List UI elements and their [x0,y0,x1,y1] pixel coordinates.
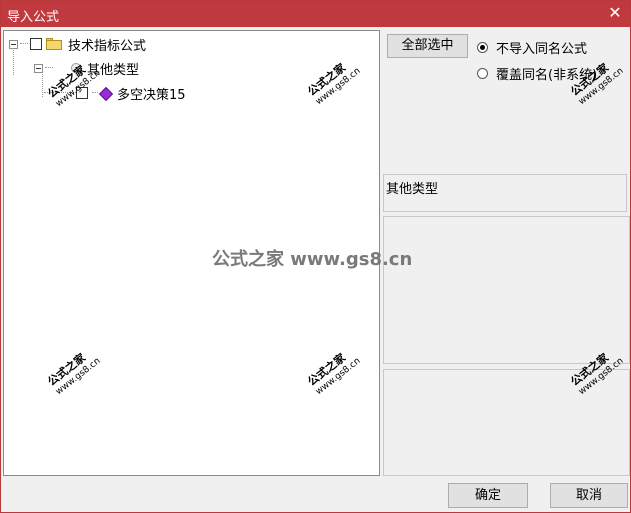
tree-dots [44,92,74,94]
select-all-button[interactable]: 全部选中 [387,34,468,58]
group-checkbox[interactable] [55,62,67,74]
formula-description-box [383,216,630,364]
tree-node-label: 多空决策15 [117,87,186,103]
cancel-button[interactable]: 取消 [550,483,628,508]
tree-node-label: 技术指标公式 [68,38,147,54]
tree-node-group[interactable]: 其他类型 [34,58,139,78]
import-formula-dialog: 导入公式 ✕ 技术指标公式 其他类型 多空决策15 全部选中 不导入同名公式 覆… [0,0,631,513]
dialog-title: 导入公式 [7,10,60,25]
radio-overwrite-duplicates[interactable]: 覆盖同名(非系统) [477,64,597,83]
formula-name-field: 其他类型 [383,174,627,212]
item-checkbox[interactable] [76,87,88,99]
title-bar: 导入公式 ✕ [1,1,630,27]
tree-dots [45,67,53,69]
close-icon[interactable]: ✕ [606,4,624,22]
radio-skip-duplicates[interactable]: 不导入同名公式 [477,38,587,57]
formula-tree[interactable]: 技术指标公式 其他类型 多空决策15 [3,30,380,476]
tree-node-item[interactable]: 多空决策15 [44,83,186,103]
formula-name-value: 其他类型 [386,182,439,197]
tree-dots [92,92,98,94]
radio-skip-label: 不导入同名公式 [496,42,588,57]
gem-icon [100,88,111,99]
formula-notes-box [383,369,630,476]
tree-dots [20,43,28,45]
collapse-icon[interactable] [34,63,43,73]
root-checkbox[interactable] [30,38,42,50]
tree-node-root[interactable]: 技术指标公式 [9,34,146,54]
bubble-icon [71,63,81,73]
radio-overwrite-label: 覆盖同名(非系统) [496,68,598,83]
tree-node-label: 其他类型 [87,62,140,78]
radio-overwrite-icon[interactable] [477,68,488,79]
collapse-icon[interactable] [9,39,18,49]
folder-icon [46,38,62,50]
radio-skip-icon[interactable] [477,42,488,53]
ok-button[interactable]: 确定 [448,483,528,508]
